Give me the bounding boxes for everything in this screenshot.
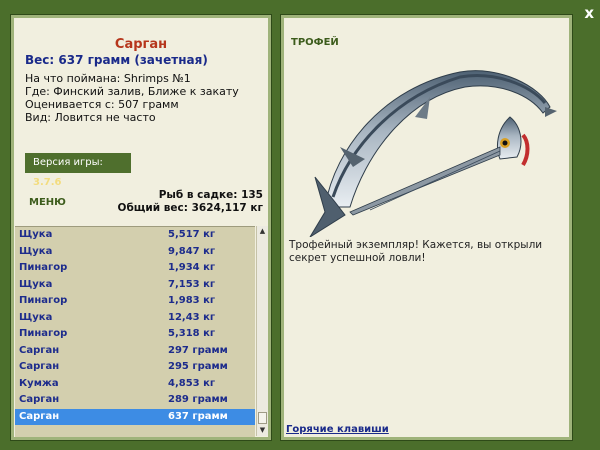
list-item-weight: 7,153 кг [168, 278, 216, 290]
list-item[interactable]: Пинагор 5,318 кг [15, 326, 255, 343]
list-item-name: Пинагор [19, 262, 68, 273]
close-icon[interactable]: x [584, 4, 594, 22]
list-item[interactable]: Щука 7,153 кг [15, 277, 255, 294]
fish-location: Где: Финский залив, Ближе к закату [25, 85, 239, 98]
list-item-weight: 5,517 кг [168, 229, 216, 240]
list-item[interactable]: Пинагор 1,983 кг [15, 293, 255, 310]
garfish-image [309, 70, 557, 237]
list-item-name: Щука [19, 278, 53, 290]
version-value: 3.7.6 [33, 177, 62, 188]
catch-list-scrollbar[interactable]: ▲ ▼ [256, 226, 268, 436]
menu-button[interactable]: МЕНЮ [26, 195, 69, 210]
hotkeys-link[interactable]: Горячие клавиши [286, 424, 389, 435]
list-item[interactable]: Сарган 295 грамм [15, 359, 255, 376]
list-item-name: Пинагор [19, 295, 68, 306]
fish-count: Рыб в садке: 135 [158, 189, 263, 201]
list-item[interactable]: Сарган 297 грамм [15, 343, 255, 360]
list-item-weight: 4,853 кг [168, 377, 216, 389]
list-item[interactable]: Щука 5,517 кг [15, 227, 255, 244]
list-item-weight: 297 грамм [168, 344, 228, 356]
list-item-weight: 12,43 кг [168, 311, 216, 323]
list-item-weight: 9,847 кг [168, 245, 216, 257]
list-item-weight: 1,983 кг [168, 295, 216, 306]
fish-name: Сарган [114, 37, 168, 52]
list-item-name: Сарган [19, 410, 60, 422]
trophy-panel: ТРОФЕЙ Трофейный экземпляр! Кажется, вы … [280, 14, 573, 441]
list-item-name: Щука [19, 245, 53, 257]
game-window-frame: x Сарган Вес: 637 грамм (зачетная) На чт… [0, 0, 600, 450]
list-item-weight: 295 грамм [168, 361, 228, 372]
list-item-weight: 637 грамм [168, 410, 228, 422]
list-item-name: Сарган [19, 361, 60, 372]
version-label: Версия игры: [33, 157, 103, 168]
trophy-message: Трофейный экземпляр! Кажется, вы открыли… [289, 239, 543, 264]
list-item[interactable]: Щука 12,43 кг [15, 310, 255, 327]
list-item-weight: 1,934 кг [168, 262, 216, 273]
fish-kind: Вид: Ловится не часто [25, 111, 156, 124]
fish-valuation: Оценивается с: 507 грамм [25, 98, 179, 111]
scroll-thumb[interactable] [258, 412, 267, 424]
list-item-name: Пинагор [19, 328, 68, 339]
scroll-up-icon[interactable]: ▲ [257, 226, 268, 237]
list-item[interactable]: Щука 9,847 кг [15, 244, 255, 261]
list-item-name: Кумжа [19, 377, 59, 389]
game-version-badge: Версия игры: 3.7.6 [25, 153, 131, 188]
fish-bait: На что поймана: Shrimps №1 [25, 72, 191, 85]
list-item[interactable]: Пинагор 1,934 кг [15, 260, 255, 277]
total-weight: Общий вес: 3624,117 кг [117, 202, 263, 214]
cage-stats: Рыб в садке: 135 Общий вес: 3624,117 кг [118, 189, 263, 215]
catch-list[interactable]: Щука 5,517 кг Щука 9,847 кг Пинагор 1,934 кг Щ… [15, 226, 255, 437]
catch-details-panel: Сарган Вес: 637 грамм (зачетная) На что … [10, 14, 272, 441]
list-item-name: Щука [19, 311, 53, 323]
list-item[interactable]: Сарган 637 грамм [15, 408, 255, 425]
list-item-name: Щука [19, 229, 53, 240]
list-item[interactable]: Кумжа 4,853 кг [15, 376, 255, 393]
list-item-name: Сарган [19, 394, 60, 405]
list-item-name: Сарган [19, 344, 60, 356]
scroll-down-icon[interactable]: ▼ [257, 425, 268, 436]
list-item-weight: 289 грамм [168, 394, 228, 405]
fish-weight: Вес: 637 грамм (зачетная) [25, 53, 208, 67]
list-item-weight: 5,318 кг [168, 328, 216, 339]
list-item[interactable]: Сарган 289 грамм [15, 392, 255, 409]
